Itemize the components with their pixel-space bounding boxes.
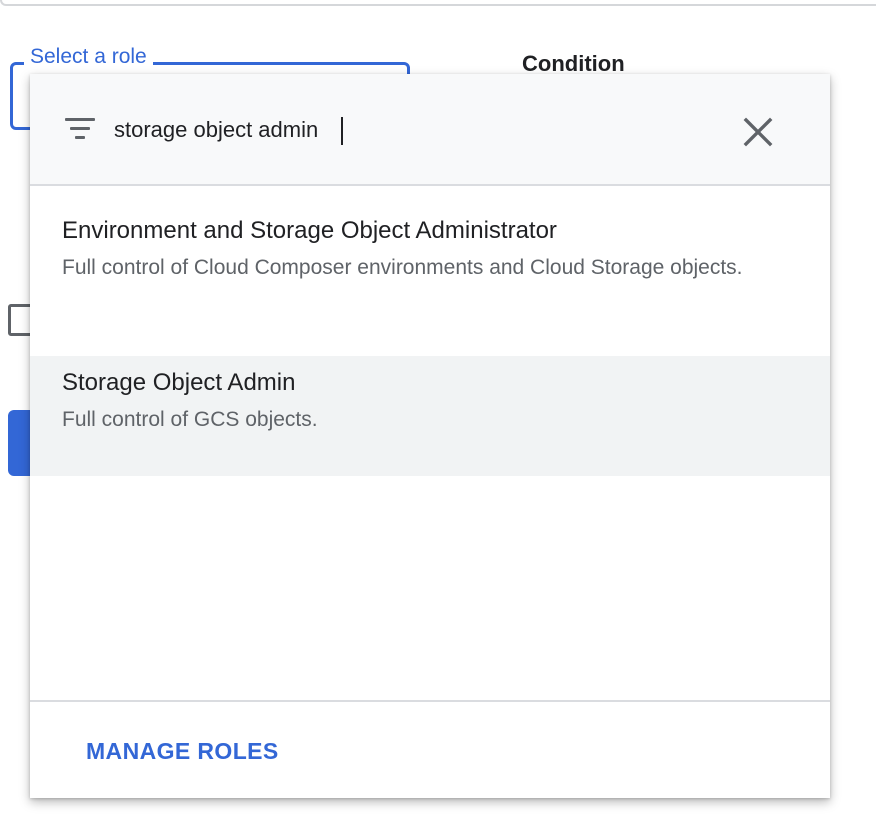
top-field-border — [0, 0, 876, 6]
role-search-bar — [30, 74, 830, 186]
role-option-storage-object-admin[interactable]: Storage Object Admin Full control of GCS… — [30, 356, 830, 476]
role-option-description: Full control of Cloud Composer environme… — [62, 256, 743, 279]
role-option-title: Environment and Storage Object Administr… — [62, 217, 557, 244]
text-cursor — [341, 117, 343, 145]
role-search-input[interactable] — [108, 108, 708, 152]
role-option-environment-storage-object-administrator[interactable]: Environment and Storage Object Administr… — [30, 188, 830, 356]
role-dropdown-panel: Environment and Storage Object Administr… — [30, 74, 830, 798]
clear-search-button[interactable] — [736, 110, 780, 154]
dropdown-footer: MANAGE ROLES — [30, 700, 830, 798]
role-option-description: Full control of GCS objects. — [62, 408, 318, 431]
filter-list-icon — [65, 118, 95, 140]
role-select-label: Select a role — [24, 42, 153, 72]
close-icon — [736, 110, 780, 154]
manage-roles-button[interactable]: MANAGE ROLES — [78, 732, 287, 770]
role-option-title: Storage Object Admin — [62, 369, 296, 396]
